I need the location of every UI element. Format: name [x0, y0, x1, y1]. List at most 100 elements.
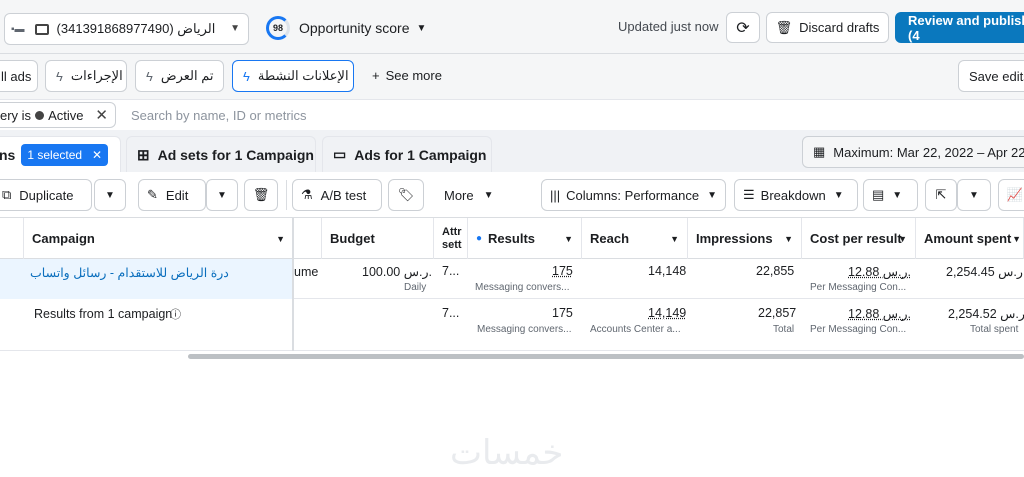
refresh-icon: ⟳	[736, 19, 750, 37]
export-button[interactable]: ⇱	[925, 179, 957, 211]
tag-icon: 🏷	[397, 187, 415, 202]
budget-value: 100.00 ر.س.	[362, 265, 432, 279]
amount-value: 2,254.52 ر.س.	[948, 307, 1024, 321]
discard-drafts-button[interactable]: 🗑 Discard drafts	[766, 12, 889, 43]
more-button[interactable]: More ▼	[430, 179, 502, 211]
column-label: Reach	[590, 231, 630, 246]
tab-adsets[interactable]: ⊞ Ad sets for 1 Campaign	[126, 136, 316, 172]
view-display[interactable]: ϟ تم العرض	[135, 60, 224, 92]
column-reach[interactable]: Reach ▼	[582, 218, 688, 259]
results-sub: Messaging convers...	[477, 324, 572, 335]
chart-button[interactable]: 📈	[998, 179, 1024, 211]
reach-sub: Accounts Center a...	[590, 324, 681, 335]
filter-chip-delivery[interactable]: ery is Active ✕	[0, 102, 116, 128]
see-more-label: See more	[385, 68, 442, 83]
caret-down-icon: ▼	[1012, 233, 1021, 244]
export-dropdown[interactable]: ▼	[957, 179, 991, 211]
calendar-icon: ▦	[813, 144, 826, 159]
refresh-button[interactable]: ⟳	[726, 12, 760, 43]
cost-value[interactable]: 12.88 ر.س.	[848, 306, 911, 321]
toolbar-divider	[286, 180, 287, 210]
review-publish-button[interactable]: Review and publish (4	[895, 12, 1024, 43]
tag-button[interactable]: 🏷	[388, 179, 424, 211]
cost-value[interactable]: 12.88 ر.س.	[848, 264, 911, 279]
column-attribution[interactable]: Attr sett	[434, 218, 468, 259]
reports-button[interactable]: ▤ ▼	[863, 179, 918, 211]
ad-icon: ▭	[333, 146, 347, 162]
tab-ads[interactable]: ▭ Ads for 1 Campaign	[322, 136, 492, 172]
bolt-icon: ϟ	[56, 68, 63, 84]
breakdown-button[interactable]: ☰ Breakdown ▼	[734, 179, 858, 211]
reach-value: 14,148	[648, 264, 687, 278]
column-label: Budget	[330, 231, 375, 246]
tab-label: Ad sets for 1 Campaign	[157, 146, 314, 163]
caret-down-icon: ▼	[892, 189, 903, 201]
report-icon: ▤	[872, 187, 885, 202]
column-amount-spent[interactable]: Amount spent ▼	[916, 218, 1024, 259]
status-dot-icon	[35, 110, 45, 120]
delivery-text: ume	[294, 265, 319, 279]
breakdown-icon: ☰	[743, 187, 755, 202]
view-label: الإجراءات	[70, 68, 123, 83]
more-label: More	[444, 187, 474, 203]
chevron-down-icon: ▼	[230, 23, 240, 34]
grid-icon: ⊞	[137, 146, 150, 164]
horizontal-scrollbar[interactable]	[188, 354, 1024, 359]
view-procedures[interactable]: ϟ الإجراءات	[45, 60, 127, 92]
bolt-icon: ϟ	[243, 68, 250, 84]
opportunity-score[interactable]: 98 Opportunity score ▼	[266, 16, 426, 40]
watermark-logo: خمسات	[450, 433, 564, 473]
column-budget[interactable]: Budget	[322, 218, 434, 259]
chart-icon: 📈	[1006, 187, 1024, 202]
score-ring: 98	[266, 16, 290, 40]
see-more-button[interactable]: + See more	[372, 68, 442, 83]
caret-down-icon: ▼	[833, 189, 844, 201]
selected-label: 1 selected	[27, 147, 83, 162]
close-icon[interactable]: ✕	[92, 148, 102, 162]
view-active-ads[interactable]: ϟ الإعلانات النشطة	[232, 60, 354, 92]
column-impressions[interactable]: Impressions ▼	[688, 218, 802, 259]
results-value[interactable]: 175	[552, 264, 573, 278]
close-icon[interactable]: ✕	[95, 106, 108, 124]
view-label: ll ads	[1, 68, 32, 84]
edit-label: Edit	[165, 187, 189, 203]
columns-button[interactable]: ||| Columns: Performance ▼	[541, 179, 726, 211]
ab-test-button[interactable]: ⚗ A/B test	[292, 179, 382, 211]
view-all-ads[interactable]: ll ads	[0, 60, 38, 92]
tab-label: ns	[0, 146, 16, 163]
caret-down-icon: ▼	[564, 233, 573, 244]
caret-down-icon: ▼	[217, 189, 227, 201]
account-name: الرياض (341391868977490)	[56, 21, 216, 36]
columns-icon: |||	[550, 187, 561, 203]
cost-sub: Per Messaging Con...	[810, 282, 907, 293]
impressions-sub: Total	[773, 324, 795, 335]
duplicate-dropdown[interactable]: ▼	[94, 179, 126, 211]
save-edits-button[interactable]: Save edits	[958, 60, 1024, 92]
search-input[interactable]: Search by name, ID or metrics	[131, 108, 307, 123]
edit-dropdown[interactable]: ▼	[206, 179, 238, 211]
edit-button[interactable]: ✎ Edit	[138, 179, 206, 211]
delete-button[interactable]: 🗑	[244, 179, 278, 211]
caret-down-icon: ▼	[670, 233, 679, 244]
save-edits-label: Save edits	[969, 68, 1024, 84]
selected-chip[interactable]: 1 selected ✕	[21, 143, 109, 166]
column-results[interactable]: ● Results ▼	[468, 218, 582, 259]
duplicate-button[interactable]: ⧉ Duplicate	[0, 179, 92, 211]
amount-sub: Total spent	[970, 324, 1019, 335]
duplicate-label: Duplicate	[19, 187, 74, 203]
column-label: Amount spent	[924, 231, 1012, 246]
date-range-label: Maximum: Mar 22, 2022 – Apr 22, 2	[833, 144, 1024, 160]
filter-chip-value: Active	[48, 107, 84, 123]
account-selector[interactable]: ▪▬ الرياض (341391868977490) ▼	[4, 13, 249, 45]
tab-campaigns[interactable]: ns 1 selected ✕	[0, 136, 121, 172]
results-sub: Messaging convers...	[475, 282, 570, 293]
trash-icon: 🗑	[252, 187, 270, 202]
attribution-value: 7...	[442, 306, 460, 320]
column-label: Attr sett	[442, 225, 462, 251]
columns-label: Columns: Performance	[566, 187, 700, 203]
flask-icon: ⚗	[301, 187, 313, 202]
date-range-picker[interactable]: ▦ Maximum: Mar 22, 2022 – Apr 22, 2	[802, 136, 1024, 168]
menu-dots-icon: ▪▬	[11, 23, 25, 35]
reach-value[interactable]: 14,149	[648, 306, 686, 320]
column-cost-per-result[interactable]: Cost per result ▼	[802, 218, 916, 259]
